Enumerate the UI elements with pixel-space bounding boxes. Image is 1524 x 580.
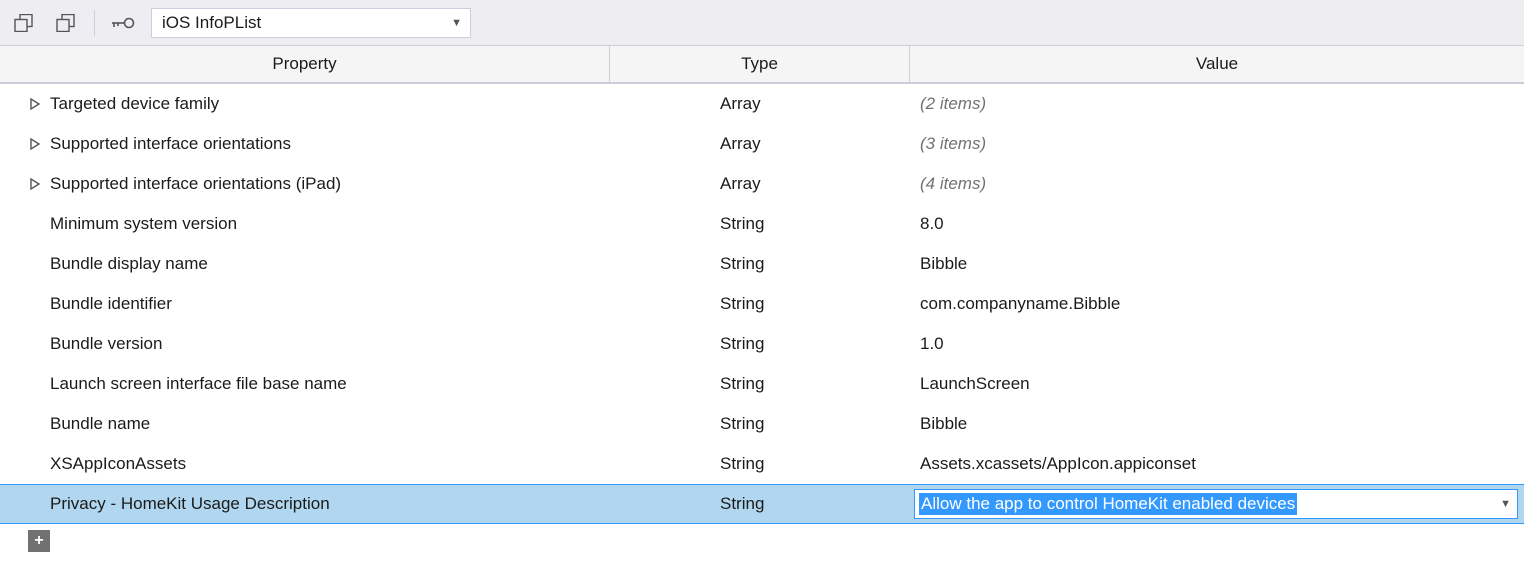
indent-spacer [28, 497, 42, 511]
header-property[interactable]: Property [0, 46, 610, 82]
indent-spacer [28, 457, 42, 471]
table-row[interactable]: Minimum system version String8.0 [0, 204, 1524, 244]
type-cell[interactable]: Array [610, 134, 910, 154]
property-label: Privacy - HomeKit Usage Description [50, 494, 330, 514]
property-cell[interactable]: XSAppIconAssets [0, 454, 610, 474]
type-cell[interactable]: String [610, 214, 910, 234]
property-label: Bundle name [50, 414, 150, 434]
value-editor-text[interactable]: Allow the app to control HomeKit enabled… [919, 493, 1297, 515]
disclosure-triangle-icon[interactable] [28, 97, 42, 111]
value-cell[interactable]: Allow the app to control HomeKit enabled… [910, 489, 1524, 519]
value-cell[interactable]: Assets.xcassets/AppIcon.appiconset [910, 454, 1524, 474]
value-cell[interactable]: com.companyname.Bibble [910, 294, 1524, 314]
type-cell[interactable]: String [610, 334, 910, 354]
indent-spacer [28, 217, 42, 231]
add-row-area: + [0, 524, 1524, 558]
table-row[interactable]: Launch screen interface file base name St… [0, 364, 1524, 404]
plus-icon: + [34, 533, 43, 549]
value-cell[interactable]: LaunchScreen [910, 374, 1524, 394]
property-label: Supported interface orientations [50, 134, 291, 154]
chevron-down-icon: ▼ [451, 17, 462, 29]
header-type[interactable]: Type [610, 46, 910, 82]
property-cell[interactable]: Bundle version [0, 334, 610, 354]
table-row[interactable]: Privacy - HomeKit Usage Description Strin… [0, 484, 1524, 524]
type-cell[interactable]: String [610, 414, 910, 434]
property-cell[interactable]: Bundle name [0, 414, 610, 434]
type-cell[interactable]: Array [610, 94, 910, 114]
type-cell[interactable]: Array [610, 174, 910, 194]
indent-spacer [28, 417, 42, 431]
type-cell[interactable]: String [610, 374, 910, 394]
value-cell[interactable]: (2 items) [910, 94, 1524, 114]
property-cell[interactable]: Privacy - HomeKit Usage Description [0, 494, 610, 514]
table-row[interactable]: Bundle name StringBibble [0, 404, 1524, 444]
categorize-icon[interactable] [10, 9, 38, 37]
header-value[interactable]: Value [910, 46, 1524, 82]
value-cell[interactable]: Bibble [910, 254, 1524, 274]
chevron-down-icon[interactable]: ▼ [1500, 498, 1511, 510]
table-row[interactable]: Targeted device family Array(2 items) [0, 84, 1524, 124]
table-row[interactable]: Supported interface orientations (iPad) A… [0, 164, 1524, 204]
property-cell[interactable]: Minimum system version [0, 214, 610, 234]
property-label: Bundle display name [50, 254, 208, 274]
toolbar-separator [94, 10, 95, 36]
value-cell[interactable]: (3 items) [910, 134, 1524, 154]
property-cell[interactable]: Bundle identifier [0, 294, 610, 314]
table-row[interactable]: Bundle version String1.0 [0, 324, 1524, 364]
property-cell[interactable]: Launch screen interface file base name [0, 374, 610, 394]
table-body: Targeted device familyArray(2 items)Supp… [0, 84, 1524, 524]
type-cell[interactable]: String [610, 254, 910, 274]
table-row[interactable]: Bundle identifier Stringcom.companyname.B… [0, 284, 1524, 324]
value-cell[interactable]: 8.0 [910, 214, 1524, 234]
indent-spacer [28, 377, 42, 391]
property-label: Bundle version [50, 334, 162, 354]
property-cell[interactable]: Targeted device family [0, 94, 610, 114]
value-cell[interactable]: Bibble [910, 414, 1524, 434]
property-cell[interactable]: Bundle display name [0, 254, 610, 274]
property-label: Targeted device family [50, 94, 219, 114]
table-header: Property Type Value [0, 46, 1524, 84]
property-cell[interactable]: Supported interface orientations (iPad) [0, 174, 610, 194]
table-row[interactable]: Supported interface orientations Array(3 … [0, 124, 1524, 164]
alphabetical-icon[interactable] [52, 9, 80, 37]
indent-spacer [28, 337, 42, 351]
type-cell[interactable]: String [610, 494, 910, 514]
plist-selector-label: iOS InfoPList [162, 13, 261, 33]
property-cell[interactable]: Supported interface orientations [0, 134, 610, 154]
property-label: Bundle identifier [50, 294, 172, 314]
table-row[interactable]: Bundle display name StringBibble [0, 244, 1524, 284]
plist-selector-dropdown[interactable]: iOS InfoPList ▼ [151, 8, 471, 38]
property-label: Minimum system version [50, 214, 237, 234]
disclosure-triangle-icon[interactable] [28, 137, 42, 151]
table-row[interactable]: XSAppIconAssets StringAssets.xcassets/App… [0, 444, 1524, 484]
property-label: XSAppIconAssets [50, 454, 186, 474]
toolbar: iOS InfoPList ▼ [0, 0, 1524, 46]
disclosure-triangle-icon[interactable] [28, 177, 42, 191]
value-editor[interactable]: Allow the app to control HomeKit enabled… [914, 489, 1518, 519]
indent-spacer [28, 297, 42, 311]
add-row-button[interactable]: + [28, 530, 50, 552]
key-icon[interactable] [109, 9, 137, 37]
property-label: Launch screen interface file base name [50, 374, 347, 394]
type-cell[interactable]: String [610, 294, 910, 314]
value-cell[interactable]: (4 items) [910, 174, 1524, 194]
value-cell[interactable]: 1.0 [910, 334, 1524, 354]
indent-spacer [28, 257, 42, 271]
type-cell[interactable]: String [610, 454, 910, 474]
property-label: Supported interface orientations (iPad) [50, 174, 341, 194]
